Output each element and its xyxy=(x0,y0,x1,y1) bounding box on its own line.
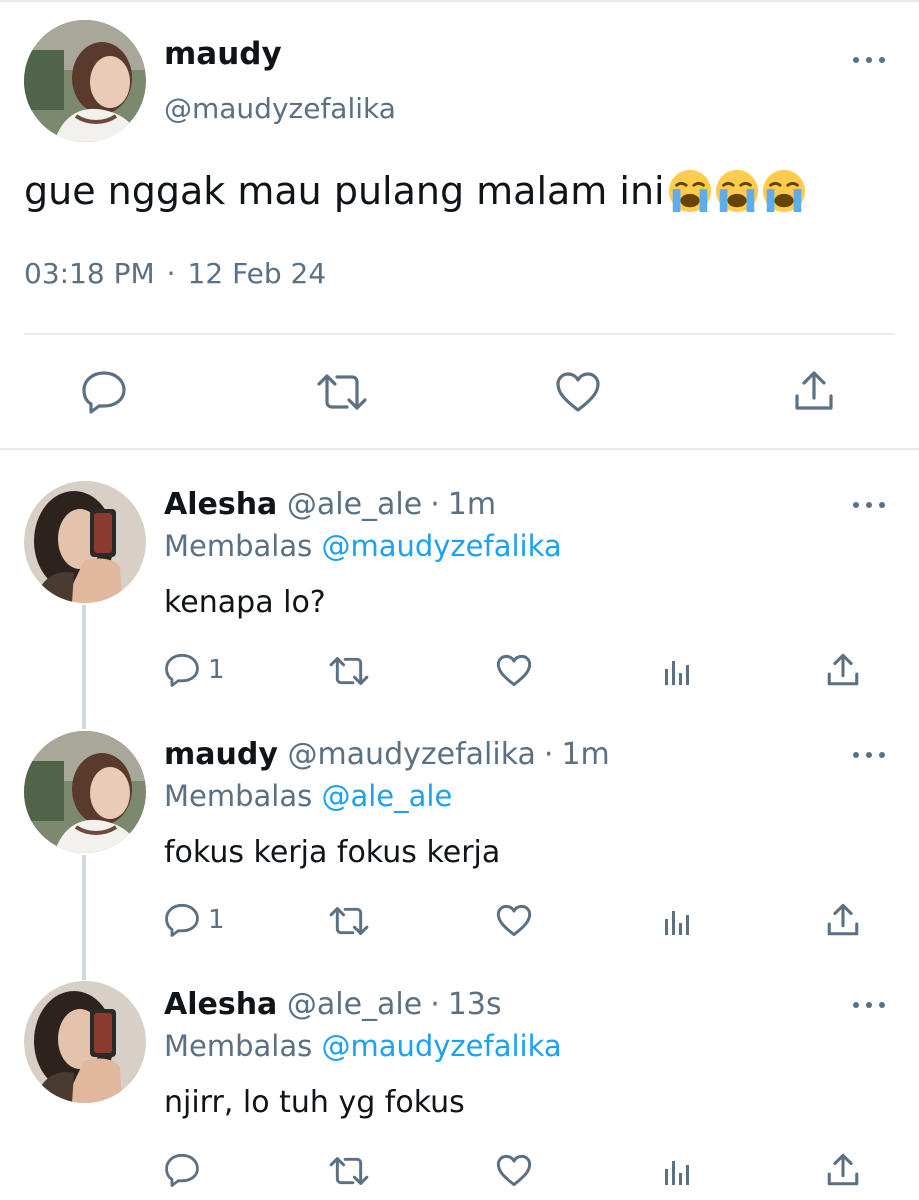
display-name[interactable]: maudy xyxy=(164,36,282,72)
tweet-time[interactable]: 03:18 PM xyxy=(24,257,155,290)
like-icon xyxy=(496,1154,532,1187)
reply-tweet: Alesha @ale_ale · 1m Membalas @maudyzefali… xyxy=(0,481,919,711)
reply-icon xyxy=(82,371,126,414)
share-button[interactable] xyxy=(826,653,860,687)
reply-actions: 1 xyxy=(0,901,919,941)
reply-count: 1 xyxy=(208,905,225,935)
replying-to-label: Membalas xyxy=(164,1029,313,1063)
main-tweet: maudy @maudyzefalika gue nggak mau pulan… xyxy=(0,0,919,450)
analytics-button[interactable] xyxy=(663,907,693,937)
replying-to: Membalas @ale_ale xyxy=(164,779,452,813)
retweet-button[interactable] xyxy=(328,905,370,937)
retweet-button[interactable] xyxy=(315,372,369,412)
reply-button[interactable]: 1 xyxy=(164,653,225,687)
mention-link[interactable]: @ale_ale xyxy=(321,779,452,813)
meta-separator: · xyxy=(430,487,440,522)
username[interactable]: @ale_ale xyxy=(287,487,422,522)
reply-button[interactable]: 1 xyxy=(164,903,225,937)
reply-icon xyxy=(165,653,199,687)
username[interactable]: @maudyzefalika xyxy=(164,92,396,125)
like-button[interactable] xyxy=(496,1154,532,1187)
reply-button[interactable] xyxy=(81,370,127,414)
section-divider xyxy=(0,448,919,450)
meta-separator: · xyxy=(543,737,554,772)
like-icon xyxy=(556,372,600,412)
reply-tweet: Alesha @ale_ale · 13s Membalas @maudyzefal… xyxy=(0,981,919,1200)
replying-to-label: Membalas xyxy=(164,529,313,563)
meta-separator: · xyxy=(166,257,176,290)
share-icon xyxy=(827,903,859,936)
tweet-date[interactable]: 12 Feb 24 xyxy=(188,257,327,290)
share-button[interactable] xyxy=(826,903,860,937)
reply-header: Alesha @ale_ale · 13s xyxy=(164,987,502,1022)
retweet-button[interactable] xyxy=(328,655,370,687)
share-button[interactable] xyxy=(793,370,835,412)
like-button[interactable] xyxy=(496,654,532,687)
tweet-text-body: gue nggak mau pulang malam ini xyxy=(24,169,665,213)
reply-text: kenapa lo? xyxy=(164,585,326,620)
replying-to-label: Membalas xyxy=(164,779,313,813)
reply-tweet: maudy @maudyzefalika · 1m Membalas @ale_al… xyxy=(0,731,919,961)
reply-actions xyxy=(0,1151,919,1191)
loudly-crying-face-icon xyxy=(668,169,711,213)
avatar[interactable] xyxy=(24,481,146,603)
more-options-icon[interactable] xyxy=(849,995,889,1015)
reply-text: fokus kerja fokus kerja xyxy=(164,835,501,870)
more-options-icon[interactable] xyxy=(849,50,889,70)
retweet-button[interactable] xyxy=(328,1155,370,1187)
meta-separator: · xyxy=(430,987,440,1022)
replying-to: Membalas @maudyzefalika xyxy=(164,529,562,563)
display-name[interactable]: Alesha xyxy=(164,987,277,1022)
tweet-text: gue nggak mau pulang malam ini xyxy=(24,168,808,214)
reply-actions: 1 xyxy=(0,651,919,691)
reply-time[interactable]: 13s xyxy=(448,987,502,1022)
tweet-meta: 03:18 PM · 12 Feb 24 xyxy=(24,257,326,290)
retweet-icon xyxy=(317,374,367,410)
replying-to: Membalas @maudyzefalika xyxy=(164,1029,562,1063)
reply-icon xyxy=(165,903,199,937)
reply-time[interactable]: 1m xyxy=(448,487,496,522)
analytics-icon xyxy=(665,1161,689,1185)
retweet-icon xyxy=(329,907,369,935)
reply-time[interactable]: 1m xyxy=(561,737,609,772)
username[interactable]: @maudyzefalika xyxy=(287,737,535,772)
share-icon xyxy=(827,653,859,686)
mention-link[interactable]: @maudyzefalika xyxy=(321,529,561,563)
display-name[interactable]: Alesha xyxy=(164,487,277,522)
reply-count: 1 xyxy=(208,655,225,685)
like-icon xyxy=(496,654,532,687)
more-options-icon[interactable] xyxy=(849,495,889,515)
avatar[interactable] xyxy=(24,20,146,142)
like-button[interactable] xyxy=(496,904,532,937)
retweet-icon xyxy=(329,1157,369,1185)
avatar[interactable] xyxy=(24,731,146,853)
analytics-button[interactable] xyxy=(663,1157,693,1187)
reply-header: Alesha @ale_ale · 1m xyxy=(164,487,496,522)
share-icon xyxy=(795,371,833,410)
loudly-crying-face-icon xyxy=(715,169,758,213)
avatar[interactable] xyxy=(24,981,146,1103)
analytics-icon xyxy=(665,911,689,935)
reply-text: njirr, lo tuh yg fokus xyxy=(164,1085,465,1120)
display-name[interactable]: maudy xyxy=(164,737,278,772)
share-icon xyxy=(827,1153,859,1186)
emoji-group xyxy=(667,168,808,214)
analytics-button[interactable] xyxy=(663,657,693,687)
like-icon xyxy=(496,904,532,937)
reply-header: maudy @maudyzefalika · 1m xyxy=(164,737,610,772)
analytics-icon xyxy=(665,661,689,685)
reply-button[interactable] xyxy=(164,1153,208,1187)
divider xyxy=(24,333,895,335)
share-button[interactable] xyxy=(826,1153,860,1187)
retweet-icon xyxy=(329,657,369,685)
reply-icon xyxy=(165,1153,199,1187)
like-button[interactable] xyxy=(555,371,601,413)
more-options-icon[interactable] xyxy=(849,745,889,765)
username[interactable]: @ale_ale xyxy=(287,987,422,1022)
loudly-crying-face-icon xyxy=(762,169,805,213)
mention-link[interactable]: @maudyzefalika xyxy=(321,1029,561,1063)
